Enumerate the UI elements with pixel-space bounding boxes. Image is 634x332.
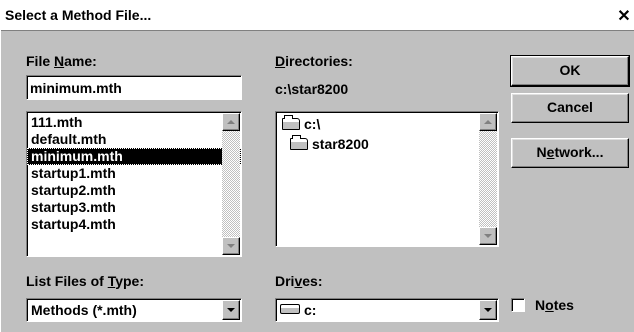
notes-label[interactable]: Notes [535, 297, 574, 313]
chevron-down-icon [227, 308, 235, 312]
file-list-item[interactable]: 111.mth [27, 114, 241, 131]
file-list-item[interactable]: default.mth [27, 131, 241, 148]
open-folder-icon [290, 135, 308, 150]
chevron-down-icon [484, 308, 492, 312]
drives-select[interactable]: c: [275, 298, 499, 322]
ok-button[interactable]: OK [510, 55, 630, 87]
file-list-item[interactable]: startup1.mth [27, 165, 241, 182]
select-method-file-dialog: Select a Method File... ✕ File Name: min… [0, 0, 634, 332]
arrow-down-icon [484, 234, 492, 238]
scroll-up-button[interactable] [222, 113, 240, 131]
file-list-item[interactable]: startup4.mth [27, 216, 241, 233]
close-icon[interactable]: ✕ [613, 7, 634, 27]
file-list-item[interactable]: startup2.mth [27, 182, 241, 199]
file-type-select[interactable]: Methods (*.mth) [26, 298, 242, 322]
file-list-item[interactable]: startup3.mth [27, 199, 241, 216]
file-list-scrollbar[interactable] [222, 113, 240, 255]
file-type-value: Methods (*.mth) [31, 302, 137, 318]
drives-label: Drives: [275, 273, 323, 289]
directory-tree[interactable]: c:\ star8200 [275, 111, 499, 247]
current-directory-path: c:\star8200 [275, 81, 349, 97]
file-type-label: List Files of Type: [26, 273, 144, 289]
arrow-up-icon [484, 120, 492, 124]
arrow-down-icon [227, 244, 235, 248]
directories-label: Directories: [275, 53, 353, 69]
title-bar[interactable]: Select a Method File... ✕ [1, 1, 634, 31]
scroll-down-button[interactable] [479, 227, 497, 245]
file-list[interactable]: 111.mth default.mth minimum.mth startup1.mt… [26, 111, 242, 257]
drive-icon [280, 304, 300, 315]
directory-item-star8200[interactable]: star8200 [290, 135, 369, 152]
drive-value: c: [304, 302, 317, 318]
file-name-input[interactable]: minimum.mth [26, 75, 242, 100]
network-button[interactable]: Network... [511, 138, 629, 168]
file-list-item[interactable]: minimum.mth [27, 148, 241, 165]
notes-checkbox[interactable] [511, 298, 525, 312]
file-type-dropdown-button[interactable] [222, 300, 240, 320]
scroll-up-button[interactable] [479, 113, 497, 131]
directory-scrollbar[interactable] [479, 113, 497, 245]
open-folder-icon [282, 115, 300, 130]
cancel-button[interactable]: Cancel [511, 93, 629, 123]
drives-dropdown-button[interactable] [479, 300, 497, 320]
arrow-up-icon [227, 120, 235, 124]
dialog-title: Select a Method File... [5, 7, 152, 23]
directory-item-root[interactable]: c:\ [282, 115, 320, 132]
scroll-down-button[interactable] [222, 237, 240, 255]
file-name-label: File Name: [26, 53, 97, 69]
